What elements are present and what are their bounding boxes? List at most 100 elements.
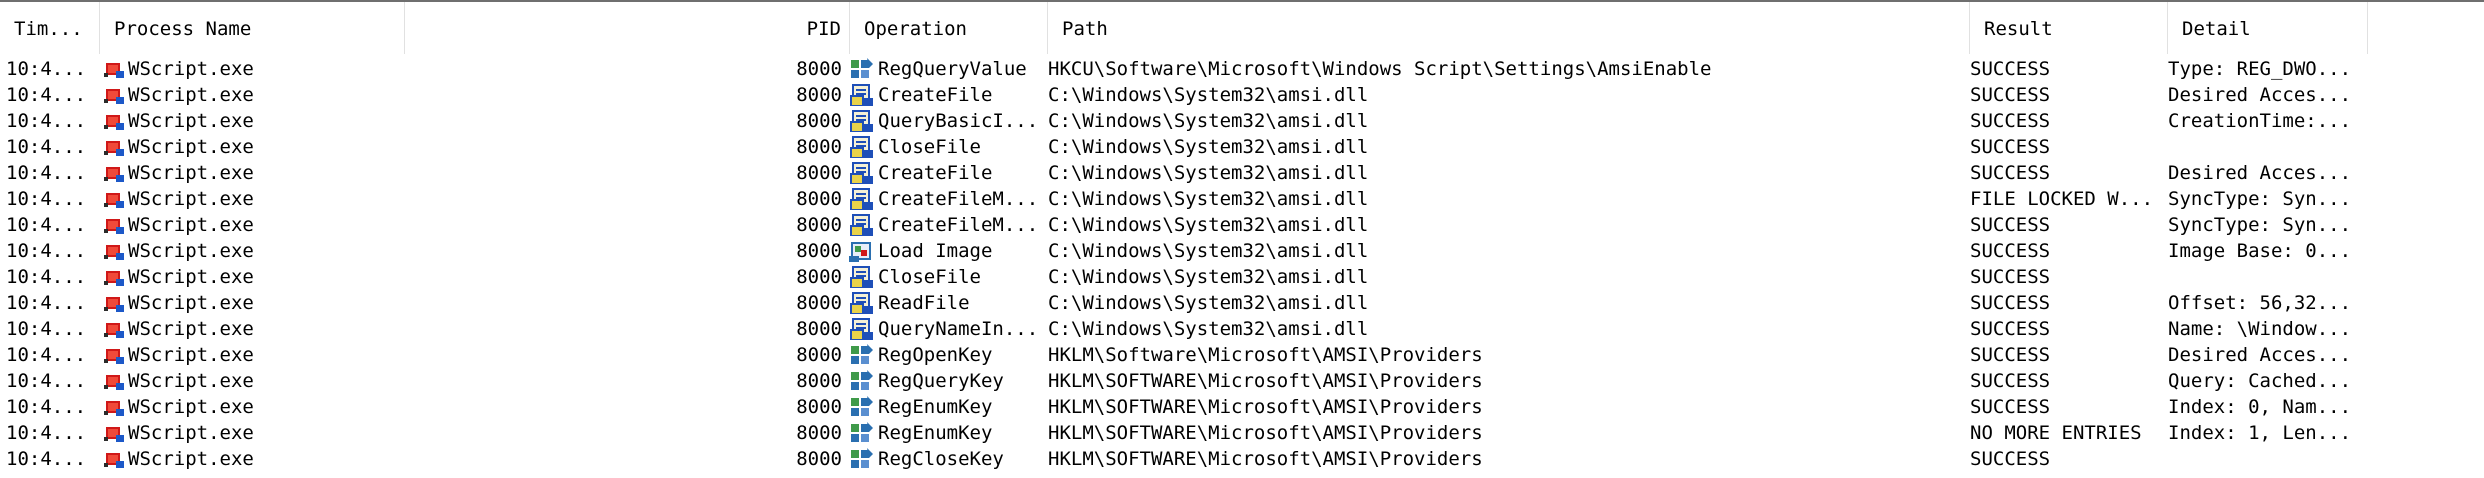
process-name-cell: WScript.exe <box>104 342 804 368</box>
operation-label: RegEnumKey <box>878 396 993 418</box>
pid-cell: 8000 <box>796 318 842 340</box>
operation-cell: CreateFile <box>848 160 1044 186</box>
column-header-detail[interactable]: Detail <box>2168 2 2368 54</box>
process-name-label: WScript.exe <box>128 448 254 470</box>
table-row[interactable]: 10:4... WScript.exe 8000 RegCloseKey HKLM\SO… <box>0 446 2484 472</box>
table-row[interactable]: 10:4... WScript.exe 8000 ReadFile C:\Windows… <box>0 290 2484 316</box>
process-name-label: WScript.exe <box>128 58 254 80</box>
operation-label: CloseFile <box>878 136 981 158</box>
event-rows: 10:4... WScript.exe 8000 RegQueryValue HKCU\… <box>0 56 2484 472</box>
wscript-process-icon <box>104 219 124 234</box>
column-header-operation[interactable]: Operation <box>850 2 1048 54</box>
operation-cell: CloseFile <box>848 134 1044 160</box>
detail-cell <box>2168 264 2368 290</box>
operation-cell: CreateFile <box>848 82 1044 108</box>
time-cell: 10:4... <box>6 110 87 132</box>
column-header-path[interactable]: Path <box>1048 2 1970 54</box>
result-cell: SUCCESS <box>1970 266 2051 288</box>
pid-cell: 8000 <box>796 396 842 418</box>
operation-cell: RegEnumKey <box>848 420 1044 446</box>
column-header-time[interactable]: Tim... <box>0 2 100 54</box>
column-header-pid[interactable]: PID <box>700 2 850 54</box>
process-name-cell: WScript.exe <box>104 316 804 342</box>
path-cell: C:\Windows\System32\amsi.dll <box>1048 292 1369 314</box>
process-name-cell: WScript.exe <box>104 108 804 134</box>
column-header-result[interactable]: Result <box>1970 2 2168 54</box>
operation-label: Load Image <box>878 240 993 262</box>
path-cell: C:\Windows\System32\amsi.dll <box>1048 318 1369 340</box>
process-name-cell: WScript.exe <box>104 56 804 82</box>
pid-cell: 8000 <box>796 344 842 366</box>
table-row[interactable]: 10:4... WScript.exe 8000 RegQueryValue HKCU\… <box>0 56 2484 82</box>
table-row[interactable]: 10:4... WScript.exe 8000 CreateFile C:\Windo… <box>0 160 2484 186</box>
process-name-cell: WScript.exe <box>104 238 804 264</box>
path-cell: C:\Windows\System32\amsi.dll <box>1048 240 1369 262</box>
process-name-label: WScript.exe <box>128 318 254 340</box>
file-icon <box>850 188 874 210</box>
column-header-process-name[interactable]: Process Name <box>100 2 405 54</box>
time-cell: 10:4... <box>6 240 87 262</box>
time-cell: 10:4... <box>6 266 87 288</box>
table-row[interactable]: 10:4... WScript.exe 8000 QueryNameIn... C:\W… <box>0 316 2484 342</box>
detail-cell: Image Base: 0... <box>2168 240 2352 262</box>
path-cell: C:\Windows\System32\amsi.dll <box>1048 110 1369 132</box>
table-row[interactable]: 10:4... WScript.exe 8000 RegEnumKey HKLM\SOF… <box>0 420 2484 446</box>
table-row[interactable]: 10:4... WScript.exe 8000 CreateFileM... C:\W… <box>0 212 2484 238</box>
table-row[interactable]: 10:4... WScript.exe 8000 RegQueryKey HKLM\SO… <box>0 368 2484 394</box>
pid-cell: 8000 <box>796 292 842 314</box>
operation-cell: CloseFile <box>848 264 1044 290</box>
time-cell: 10:4... <box>6 188 87 210</box>
process-name-label: WScript.exe <box>128 214 254 236</box>
table-row[interactable]: 10:4... WScript.exe 8000 CreateFileM... C:\W… <box>0 186 2484 212</box>
process-name-cell: WScript.exe <box>104 446 804 472</box>
result-cell: SUCCESS <box>1970 162 2051 184</box>
registry-icon <box>851 370 873 390</box>
path-cell: HKLM\SOFTWARE\Microsoft\AMSI\Providers <box>1048 370 1483 392</box>
detail-cell: Index: 0, Nam... <box>2168 396 2352 418</box>
table-row[interactable]: 10:4... WScript.exe 8000 Load Image C:\Windo… <box>0 238 2484 264</box>
time-cell: 10:4... <box>6 214 87 236</box>
file-icon <box>850 214 874 236</box>
operation-label: CreateFile <box>878 84 993 106</box>
table-row[interactable]: 10:4... WScript.exe 8000 CloseFile C:\Window… <box>0 134 2484 160</box>
result-cell: SUCCESS <box>1970 318 2051 340</box>
operation-label: RegEnumKey <box>878 422 993 444</box>
time-cell: 10:4... <box>6 162 87 184</box>
time-cell: 10:4... <box>6 58 87 80</box>
operation-cell: RegCloseKey <box>848 446 1044 472</box>
registry-icon <box>851 58 873 78</box>
operation-label: CreateFileM... <box>878 214 1039 236</box>
pid-cell: 8000 <box>796 448 842 470</box>
detail-cell: Query: Cached... <box>2168 370 2352 392</box>
detail-cell: Index: 1, Len... <box>2168 422 2352 444</box>
table-row[interactable]: 10:4... WScript.exe 8000 CloseFile C:\Window… <box>0 264 2484 290</box>
detail-cell: SyncType: Syn... <box>2168 188 2352 210</box>
table-row[interactable]: 10:4... WScript.exe 8000 QueryBasicI... C:\W… <box>0 108 2484 134</box>
table-row[interactable]: 10:4... WScript.exe 8000 RegOpenKey HKLM\Sof… <box>0 342 2484 368</box>
path-cell: HKCU\Software\Microsoft\Windows Script\S… <box>1048 58 1712 80</box>
operation-label: ReadFile <box>878 292 970 314</box>
process-name-label: WScript.exe <box>128 370 254 392</box>
process-name-label: WScript.exe <box>128 84 254 106</box>
result-cell: SUCCESS <box>1970 110 2051 132</box>
table-row[interactable]: 10:4... WScript.exe 8000 CreateFile C:\Windo… <box>0 82 2484 108</box>
pid-cell: 8000 <box>796 266 842 288</box>
time-cell: 10:4... <box>6 396 87 418</box>
operation-cell: RegOpenKey <box>848 342 1044 368</box>
result-cell: SUCCESS <box>1970 292 2051 314</box>
process-name-label: WScript.exe <box>128 162 254 184</box>
wscript-process-icon <box>104 297 124 312</box>
registry-icon <box>851 396 873 416</box>
result-cell: SUCCESS <box>1970 240 2051 262</box>
time-cell: 10:4... <box>6 136 87 158</box>
table-row[interactable]: 10:4... WScript.exe 8000 RegEnumKey HKLM\SOF… <box>0 394 2484 420</box>
detail-cell: Name: \Window... <box>2168 318 2352 340</box>
process-name-label: WScript.exe <box>128 344 254 366</box>
wscript-process-icon <box>104 453 124 468</box>
operation-label: RegQueryValue <box>878 58 1027 80</box>
file-icon <box>850 84 874 106</box>
process-name-cell: WScript.exe <box>104 82 804 108</box>
pid-cell: 8000 <box>796 240 842 262</box>
result-cell: SUCCESS <box>1970 344 2051 366</box>
pid-cell: 8000 <box>796 214 842 236</box>
